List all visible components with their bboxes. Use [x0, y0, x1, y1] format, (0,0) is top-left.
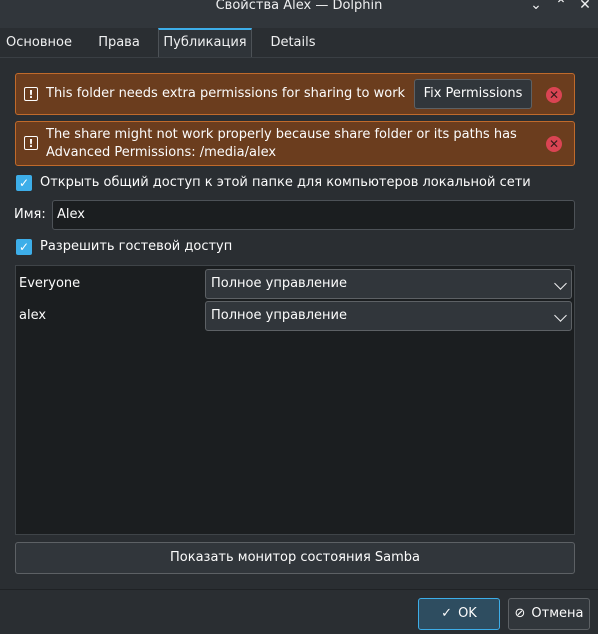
ok-button[interactable]: ✓ OK [418, 598, 500, 630]
close-icon[interactable]: ✕ [546, 136, 562, 152]
permissions-warning-text: This folder needs extra permissions for … [46, 86, 406, 101]
permissions-warning-banner: ! This folder needs extra permissions fo… [15, 73, 575, 115]
warning-icon: ! [24, 136, 38, 150]
advanced-warning-line1: The share might not work properly becaus… [46, 127, 517, 142]
tab-permissions[interactable]: Права [82, 28, 156, 57]
access-level-value: Полное управление [211, 308, 347, 323]
ok-label: OK [458, 606, 477, 621]
enable-sharing-checkbox[interactable]: ✓ [16, 175, 32, 191]
samba-monitor-button[interactable]: Показать монитор состояния Samba [15, 542, 575, 574]
chevron-down-icon [554, 277, 567, 290]
close-icon[interactable]: ✕ [576, 0, 594, 14]
advanced-permissions-banner: ! The share might not work properly beca… [15, 121, 575, 166]
dialog-divider [0, 589, 598, 590]
window-title: Свойства Alex — Dolphin [215, 0, 383, 13]
fix-permissions-button[interactable]: Fix Permissions [414, 79, 532, 109]
chevron-up-icon[interactable]: ⌃ [552, 0, 570, 14]
cancel-label: Отмена [531, 606, 584, 621]
tab-general[interactable]: Основное [0, 28, 78, 57]
window-titlebar: Свойства Alex — Dolphin ⌄ ⌃ ✕ [0, 0, 598, 29]
access-level-select[interactable]: Полное управление [205, 301, 572, 331]
guest-access-label: Разрешить гостевой доступ [40, 239, 233, 254]
tab-sharing[interactable]: Публикация [158, 28, 252, 57]
guest-access-checkbox[interactable]: ✓ [16, 239, 32, 255]
share-name-input[interactable]: Alex [52, 200, 575, 230]
cancel-button[interactable]: ⊘ Отмена [508, 598, 590, 630]
permissions-table: Everyone Полное управление alex Полное у… [15, 265, 575, 535]
enable-sharing-label: Открыть общий доступ к этой папке для ко… [40, 175, 531, 190]
chevron-down-icon [554, 309, 567, 322]
access-level-select[interactable]: Полное управление [205, 269, 572, 299]
table-row-user: alex [19, 308, 47, 323]
close-icon[interactable]: ✕ [546, 87, 562, 103]
cancel-icon: ⊘ [514, 606, 526, 621]
advanced-warning-line2: Advanced Permissions: /media/alex [46, 145, 277, 160]
access-level-value: Полное управление [211, 276, 347, 291]
share-name-label: Имя: [14, 207, 46, 222]
checkmark-icon: ✓ [441, 606, 453, 621]
table-row-user: Everyone [19, 276, 81, 291]
tab-bar: Основное Права Публикация Details [0, 28, 598, 58]
tab-details[interactable]: Details [256, 28, 330, 57]
chevron-down-icon[interactable]: ⌄ [527, 0, 545, 14]
tab-divider [0, 57, 598, 58]
warning-icon: ! [24, 87, 38, 101]
